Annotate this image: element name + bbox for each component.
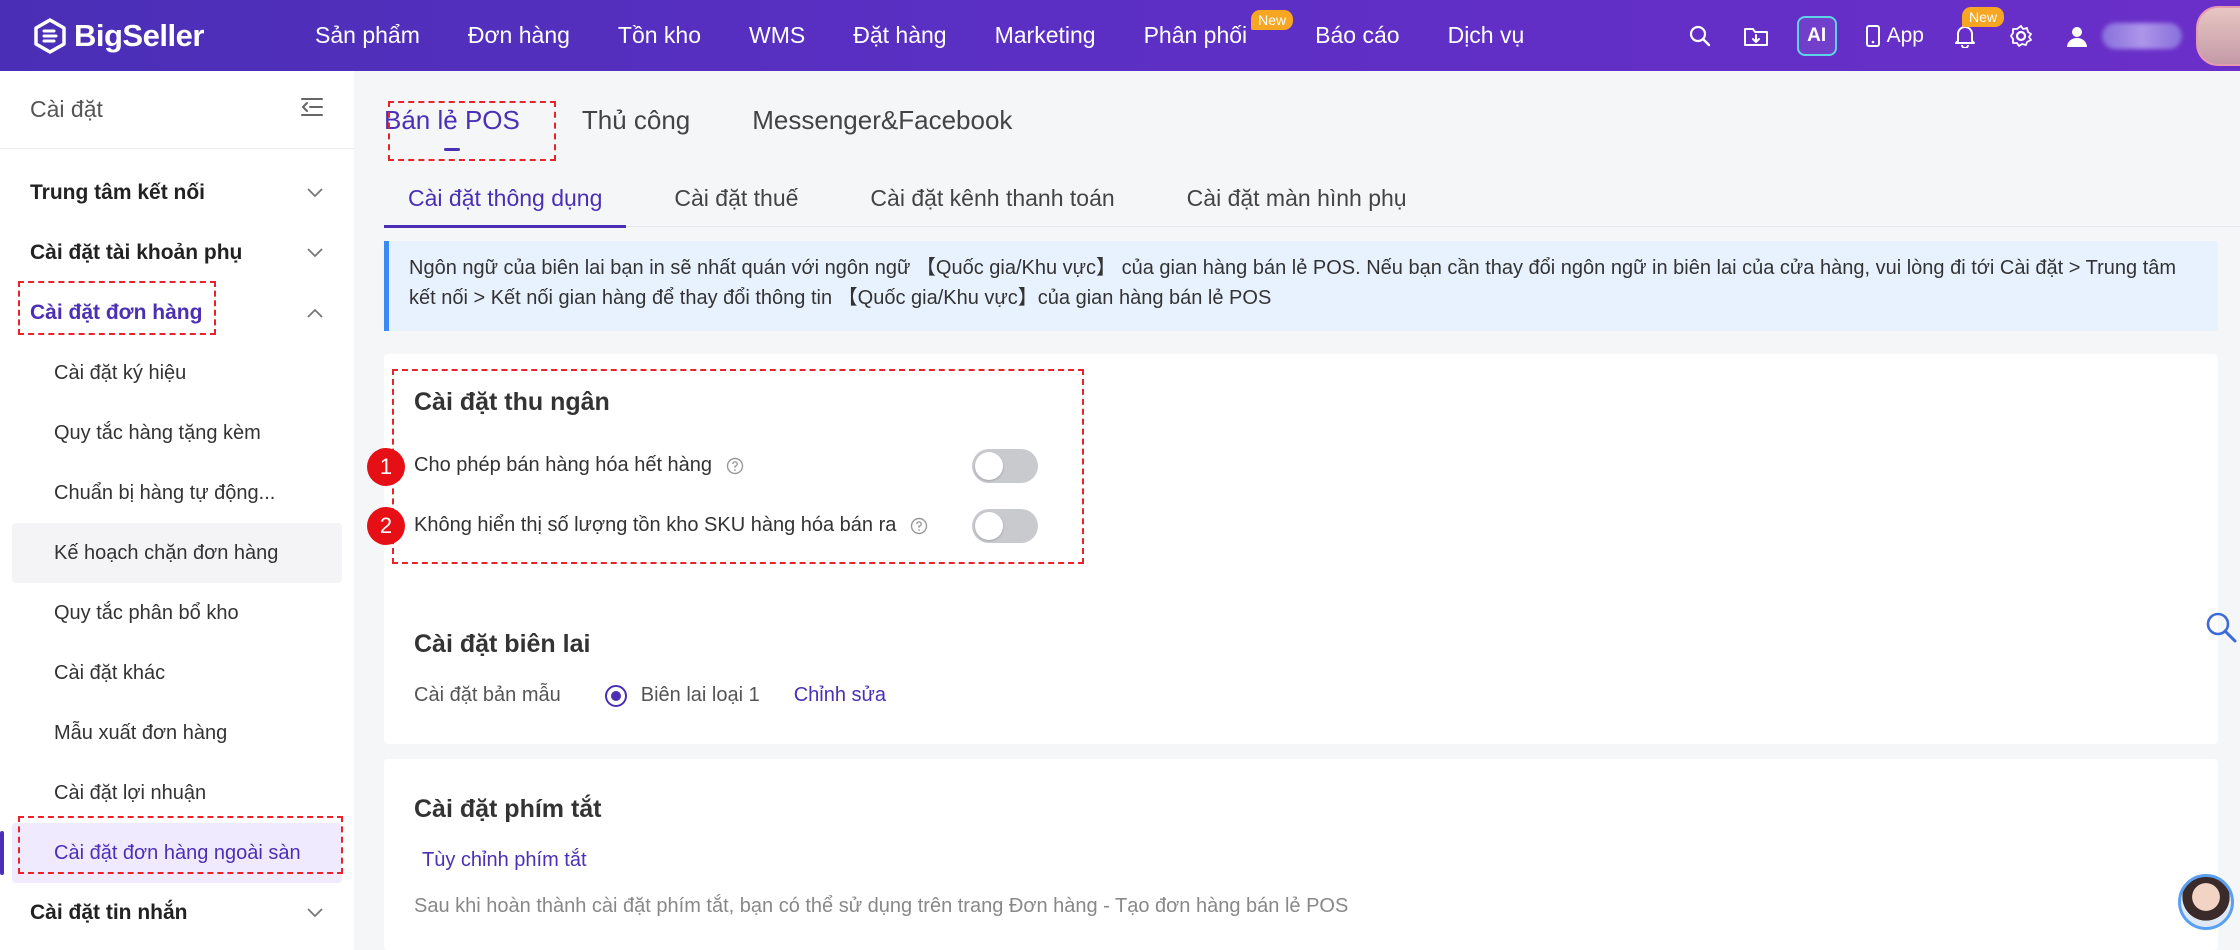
shortcut-customize-link[interactable]: Tùy chỉnh phím tắt xyxy=(422,849,587,872)
main-menu: Sản phẩm Đơn hàng Tồn kho WMS Đặt hàng M… xyxy=(315,0,1572,71)
brand-name: BigSeller xyxy=(74,17,204,53)
toggle-oos-sale[interactable] xyxy=(972,449,1038,483)
brand-logo[interactable]: BigSeller xyxy=(32,0,252,71)
shortcut-description-row: Sau khi hoàn thành cài đặt phím tắt, bạn… xyxy=(414,895,1348,918)
nav-dat-hang[interactable]: Đặt hàng xyxy=(853,22,946,49)
chevron-up-icon xyxy=(307,308,323,318)
app-download-link[interactable]: App xyxy=(1865,24,1924,48)
shortcut-settings-card: Cài đặt phím tắt Tùy chỉnh phím tắt Sau … xyxy=(384,759,2218,950)
annotation-number-1: 1 xyxy=(367,448,405,486)
sidebar-group-trung-tam-ket-noi[interactable]: Trung tâm kết nối xyxy=(0,163,354,223)
notification-new-badge: New xyxy=(1962,6,2005,27)
sidebar-item-cai-dat-khac[interactable]: Cài đặt khác xyxy=(12,643,342,703)
main-content: Bán lẻ POS Thủ công Messenger&Facebook C… xyxy=(354,71,2240,950)
floating-search-icon[interactable] xyxy=(2204,610,2238,644)
receipt-template-option[interactable]: Biên lai loại 1 xyxy=(641,684,760,707)
sidebar-item-chan-don-hang[interactable]: Kế hoạch chặn đơn hàng xyxy=(12,523,342,583)
gear-icon[interactable] xyxy=(2006,21,2036,51)
bell-icon[interactable]: New xyxy=(1950,6,2005,51)
settings-subtabs: Cài đặt thông dụng Cài đặt thuế Cài đặt … xyxy=(384,179,2240,228)
sidebar-group-label: Cài đặt tin nhắn xyxy=(30,901,188,924)
topbar-actions: AI App New xyxy=(1685,0,2240,71)
toggle-hide-stock[interactable] xyxy=(972,509,1038,543)
sidebar-group-label: Trung tâm kết nối xyxy=(30,181,206,204)
setting-row-oos-sale: Cho phép bán hàng hóa hết hàng xyxy=(414,454,744,477)
bigseller-logo-icon xyxy=(32,17,68,54)
cashier-settings-title: Cài đặt thu ngân xyxy=(414,388,610,416)
search-icon[interactable] xyxy=(1685,21,1715,51)
nav-ton-kho[interactable]: Tồn kho xyxy=(618,22,701,49)
ai-assistant-button[interactable]: AI xyxy=(1796,15,1837,56)
collapse-menu-icon[interactable] xyxy=(300,97,324,122)
sidebar-group-tai-khoan-phu[interactable]: Cài đặt tài khoản phụ xyxy=(0,223,354,283)
user-icon[interactable] xyxy=(2062,21,2092,51)
sidebar-group-don-hang[interactable]: Cài đặt đơn hàng xyxy=(0,283,354,343)
nav-bao-cao[interactable]: Báo cáo xyxy=(1315,22,1399,49)
sidebar-group-label: Cài đặt tài khoản phụ xyxy=(30,241,243,264)
setting-label: Không hiển thị số lượng tồn kho SKU hàng… xyxy=(414,514,897,536)
chevron-down-icon xyxy=(307,188,323,198)
sidebar-item-mau-xuat-don[interactable]: Mẫu xuất đơn hàng xyxy=(12,703,342,763)
subtab-thue[interactable]: Cài đặt thuế xyxy=(650,179,822,227)
setting-row-hide-stock: Không hiển thị số lượng tồn kho SKU hàng… xyxy=(414,514,928,537)
sidebar-item-chuan-bi-hang[interactable]: Chuẩn bị hàng tự động... xyxy=(12,463,342,523)
top-navbar: BigSeller Sản phẩm Đơn hàng Tồn kho WMS … xyxy=(0,0,2240,71)
tab-thu-cong[interactable]: Thủ công xyxy=(582,97,690,153)
receipt-template-label: Cài đặt bản mẫu xyxy=(414,684,561,706)
receipt-settings-title: Cài đặt biên lai xyxy=(414,630,591,658)
folder-download-icon[interactable] xyxy=(1741,21,1771,51)
language-notice: Ngôn ngữ của biên lai bạn in sẽ nhất quá… xyxy=(384,241,2218,331)
new-badge: New xyxy=(1251,10,1294,30)
subtab-thong-dung[interactable]: Cài đặt thông dụng xyxy=(384,179,627,228)
chevron-down-icon xyxy=(307,248,323,258)
annotation-number-2: 2 xyxy=(367,507,405,545)
tab-ban-le-pos[interactable]: Bán lẻ POS xyxy=(384,97,520,153)
nav-phan-phoi-label: Phân phối xyxy=(1143,22,1248,48)
shortcut-settings-title: Cài đặt phím tắt xyxy=(414,795,602,823)
sidebar-item-don-ngoai-san[interactable]: Cài đặt đơn hàng ngoài sàn xyxy=(0,823,342,883)
subtab-man-hinh-phu[interactable]: Cài đặt màn hình phụ xyxy=(1163,179,1431,227)
user-avatar[interactable] xyxy=(2196,5,2240,66)
nav-marketing[interactable]: Marketing xyxy=(995,22,1096,49)
sidebar-item-hang-tang-kem[interactable]: Quy tắc hàng tặng kèm xyxy=(12,403,342,463)
phone-icon xyxy=(1865,24,1880,47)
nav-dich-vu[interactable]: Dịch vụ xyxy=(1448,22,1525,49)
shortcut-customize-row: Tùy chỉnh phím tắt xyxy=(422,849,587,872)
chevron-down-icon xyxy=(307,908,323,918)
sidebar-item-phan-bo-kho[interactable]: Quy tắc phân bổ kho xyxy=(12,583,342,643)
subtab-kenh-thanh-toan[interactable]: Cài đặt kênh thanh toán xyxy=(846,179,1138,227)
setting-label: Cho phép bán hàng hóa hết hàng xyxy=(414,454,713,476)
help-circle-icon[interactable] xyxy=(726,457,744,475)
app-label: App xyxy=(1886,23,1924,47)
settings-sidebar: Cài đặt Trung tâm kết nối Cài đặt tài kh… xyxy=(0,71,354,950)
nav-san-pham[interactable]: Sản phẩm xyxy=(315,22,420,49)
shortcut-description: Sau khi hoàn thành cài đặt phím tắt, bạn… xyxy=(414,895,1349,917)
nav-phan-phoi[interactable]: Phân phối New xyxy=(1143,10,1294,49)
channel-tabs: Bán lẻ POS Thủ công Messenger&Facebook xyxy=(384,97,1074,153)
username-blurred[interactable] xyxy=(2102,22,2182,49)
nav-wms[interactable]: WMS xyxy=(749,22,805,49)
nav-don-hang[interactable]: Đơn hàng xyxy=(468,22,570,49)
help-circle-icon[interactable] xyxy=(910,517,928,535)
receipt-settings-card: Cài đặt biên lai Cài đặt bản mẫu Biên la… xyxy=(384,596,2218,744)
sidebar-item-loi-nhuan[interactable]: Cài đặt lợi nhuận xyxy=(12,763,342,823)
support-agent-avatar[interactable] xyxy=(2178,874,2234,930)
receipt-template-row: Cài đặt bản mẫu Biên lai loại 1 Chỉnh sử… xyxy=(414,684,886,707)
receipt-template-radio[interactable] xyxy=(604,684,627,707)
sidebar-header: Cài đặt xyxy=(0,71,354,149)
sidebar-group-label: Cài đặt đơn hàng xyxy=(30,301,203,324)
receipt-edit-link[interactable]: Chỉnh sửa xyxy=(794,684,886,707)
sidebar-item-ky-hieu[interactable]: Cài đặt ký hiệu xyxy=(12,343,342,403)
sidebar-group-tin-nhan[interactable]: Cài đặt tin nhắn xyxy=(0,883,354,943)
sidebar-title: Cài đặt xyxy=(30,96,103,122)
tab-messenger-facebook[interactable]: Messenger&Facebook xyxy=(752,97,1012,153)
